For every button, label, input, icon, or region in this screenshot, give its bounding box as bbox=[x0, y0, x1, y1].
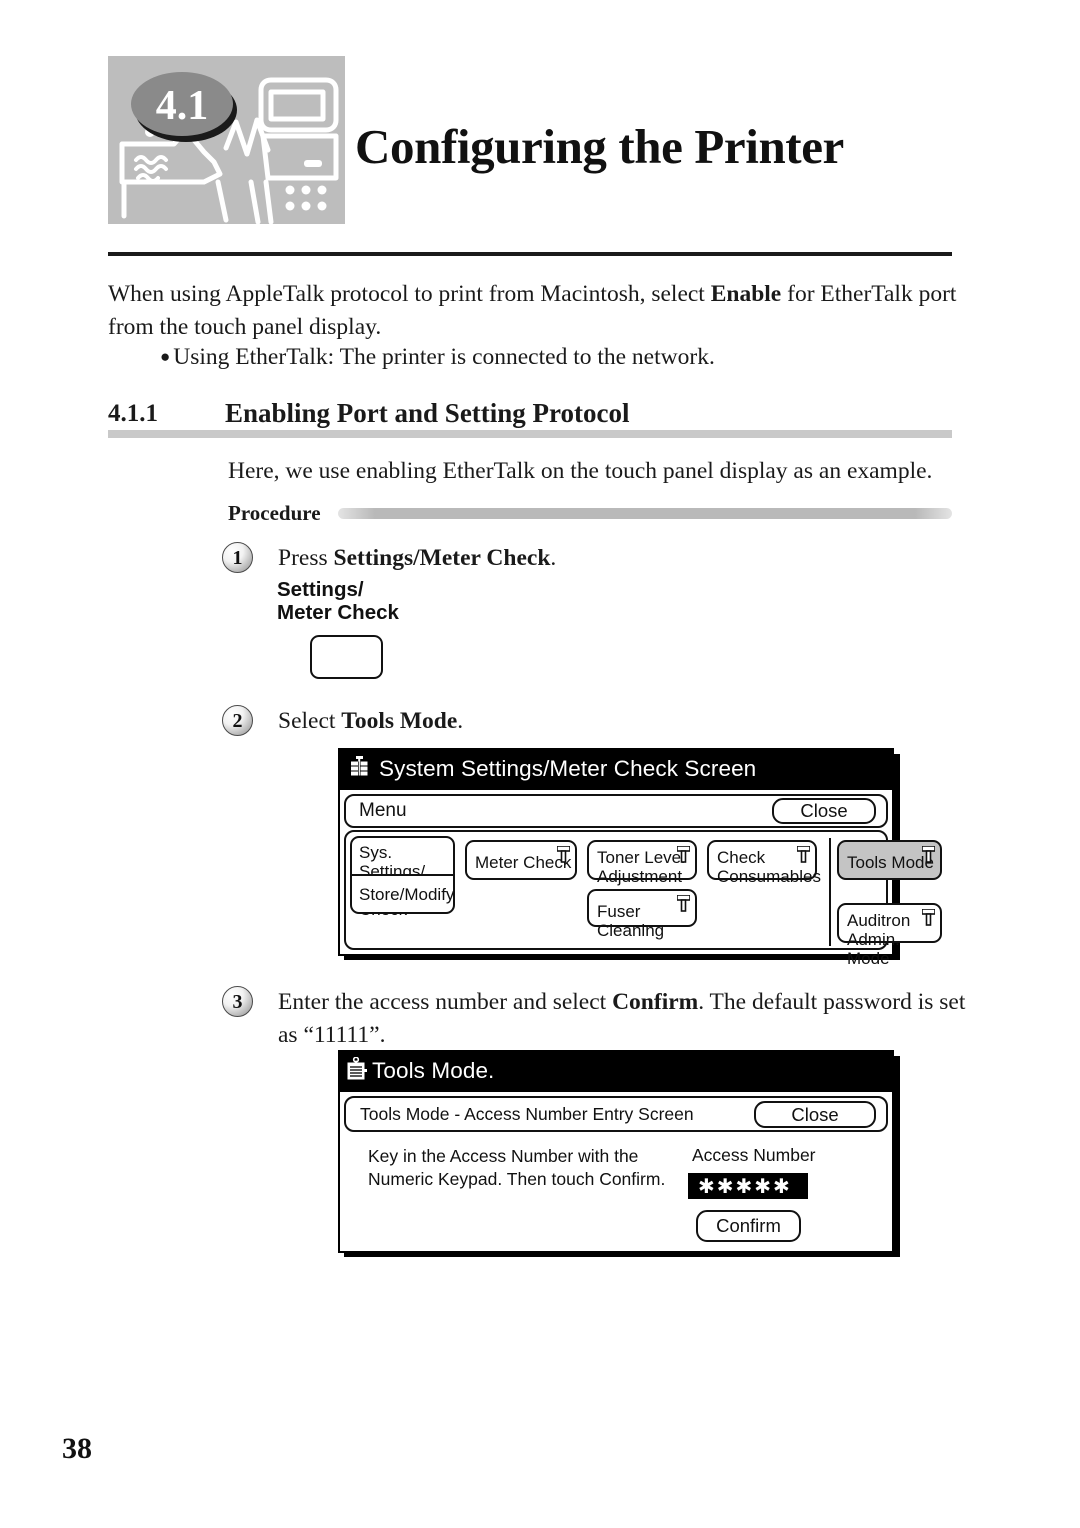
panel2-title: Tools Mode. bbox=[372, 1058, 495, 1083]
intro-bullet-text: Using EtherTalk: The printer is connecte… bbox=[173, 344, 715, 370]
panel2-access-number-label: Access Number bbox=[692, 1145, 816, 1165]
settings-meter-check-hardware-button[interactable] bbox=[310, 635, 383, 679]
step-text-3: Enter the access number and select Confi… bbox=[278, 986, 968, 1052]
step-text-2: Select Tools Mode. bbox=[278, 705, 968, 738]
panel1-body: Menu Close Sys. Settings/ Meter Check St… bbox=[338, 790, 942, 968]
step-1-post: . bbox=[550, 545, 557, 571]
panel1-close-label: Close bbox=[800, 800, 848, 821]
panel1-title: System Settings/Meter Check Screen bbox=[379, 756, 757, 781]
panel1-button-toner-line2: Adjustment bbox=[597, 867, 683, 886]
page-tab-icon bbox=[921, 908, 936, 926]
section-number: 4.1.1 bbox=[108, 400, 158, 427]
panel2-close-label: Close bbox=[791, 1103, 839, 1125]
panel2-titlebar: Tools Mode. bbox=[338, 1050, 894, 1092]
step-number-3: 3 bbox=[222, 986, 253, 1017]
panel1-tab-store-modify-line1: Store/Modify bbox=[359, 885, 455, 904]
page-tab-icon bbox=[796, 845, 811, 863]
panel1-button-tools-mode[interactable]: Tools Mode bbox=[837, 840, 942, 880]
intro-pre: When using AppleTalk protocol to print f… bbox=[108, 281, 711, 307]
bullet-dot-icon: ● bbox=[160, 347, 171, 366]
step-number-1: 1 bbox=[222, 542, 253, 573]
header-divider bbox=[108, 252, 952, 256]
panel2-instruction-line1: Key in the Access Number with the bbox=[368, 1146, 639, 1166]
section-title: Enabling Port and Setting Protocol bbox=[225, 398, 630, 428]
panel1-left-tabs: Sys. Settings/ Meter Check Store/Modify bbox=[350, 836, 455, 919]
panel2-instruction-line2: Numeric Keypad. Then touch Confirm. bbox=[368, 1169, 666, 1189]
chapter-header: 4.1 Configuring the Printer bbox=[108, 56, 952, 226]
panel2-instruction: Key in the Access Number with the Numeri… bbox=[368, 1145, 668, 1191]
panel1-close-button[interactable]: Close bbox=[772, 798, 876, 824]
intro-paragraph: When using AppleTalk protocol to print f… bbox=[108, 278, 958, 344]
access-number-input[interactable]: ✱✱✱✱✱ bbox=[688, 1173, 808, 1199]
panel2-subbar-label: Tools Mode - Access Number Entry Screen bbox=[360, 1103, 694, 1124]
page-number: 38 bbox=[62, 1432, 92, 1465]
panel2-body: Tools Mode - Access Number Entry Screen … bbox=[338, 1092, 894, 1253]
panel1-button-auditron-line2: Admin. Mode bbox=[847, 930, 900, 968]
step-number-2: 2 bbox=[222, 705, 253, 736]
panel1-button-check-consumables[interactable]: Check Consumables bbox=[707, 840, 821, 886]
procedure-label: Procedure bbox=[228, 501, 321, 525]
panel2-close-button[interactable]: Close bbox=[754, 1101, 876, 1128]
step-1-bold: Settings/Meter Check bbox=[333, 545, 551, 571]
hardware-button-label-line2: Meter Check bbox=[277, 601, 399, 624]
section-divider bbox=[108, 430, 952, 438]
panel1-content-frame: Sys. Settings/ Meter Check Store/Modify … bbox=[344, 830, 942, 968]
clipboard-key-icon bbox=[346, 1055, 368, 1086]
panel1-titlebar: System Settings/Meter Check Screen bbox=[338, 748, 894, 790]
chapter-number-text: 4.1 bbox=[156, 83, 209, 129]
panel1-button-meter-check[interactable]: Meter Check bbox=[465, 840, 577, 880]
step-3-bold: Confirm bbox=[612, 989, 699, 1015]
step-3-pre: Enter the access number and select bbox=[278, 989, 613, 1015]
step-1-pre: Press bbox=[278, 545, 334, 571]
panel-system-settings-screen: System Settings/Meter Check Screen Menu … bbox=[338, 748, 942, 968]
page-tab-icon bbox=[556, 845, 571, 863]
panel1-tab-sys-settings[interactable]: Sys. Settings/ Meter Check bbox=[350, 836, 455, 919]
access-number-value: ✱✱✱✱✱ bbox=[698, 1175, 792, 1198]
confirm-button-label: Confirm bbox=[716, 1215, 781, 1236]
section-example-text: Here, we use enabling EtherTalk on the t… bbox=[228, 458, 933, 484]
hardware-button-label-line1: Settings/ bbox=[277, 578, 364, 601]
procedure-bar bbox=[338, 508, 952, 519]
panel1-vertical-divider bbox=[829, 838, 831, 946]
printer-computer-illustration-svg: 4.1 bbox=[108, 56, 345, 224]
step-2-pre: Select bbox=[278, 708, 342, 734]
page-tab-icon bbox=[676, 845, 691, 863]
step-text-1: Press Settings/Meter Check. bbox=[278, 542, 968, 575]
intro-bullet: ● Using EtherTalk: The printer is connect… bbox=[160, 340, 960, 374]
panel1-tab-store-modify[interactable]: Store/Modify bbox=[350, 874, 455, 914]
panel1-menu-label: Menu bbox=[359, 800, 407, 821]
confirm-button[interactable]: Confirm bbox=[696, 1210, 801, 1242]
page-title: Configuring the Printer bbox=[355, 119, 844, 174]
network-tree-icon bbox=[348, 755, 371, 783]
panel1-button-toner-level-adjustment[interactable]: Toner Level Adjustment bbox=[587, 840, 697, 886]
page-tab-icon bbox=[921, 845, 936, 863]
panel1-button-auditron-admin-mode[interactable]: Auditron Admin. Mode bbox=[837, 903, 942, 968]
hardware-button-label: Settings/ Meter Check bbox=[277, 578, 399, 624]
intro-bold: Enable bbox=[710, 281, 782, 307]
panel1-button-consumables-line2: Consumables bbox=[717, 867, 821, 886]
panel1-button-fuser-cleaning[interactable]: Fuser Cleaning bbox=[587, 889, 697, 940]
step-2-bold: Tools Mode bbox=[341, 708, 458, 734]
chapter-illustration: 4.1 bbox=[108, 56, 345, 224]
panel-tools-mode-screen: Tools Mode. Tools Mode - Access Number E… bbox=[338, 1050, 900, 1257]
document-page: 4.1 Configuring the Printer When using A… bbox=[0, 0, 1080, 1528]
page-tab-icon bbox=[676, 894, 691, 912]
step-2-post: . bbox=[457, 708, 464, 734]
